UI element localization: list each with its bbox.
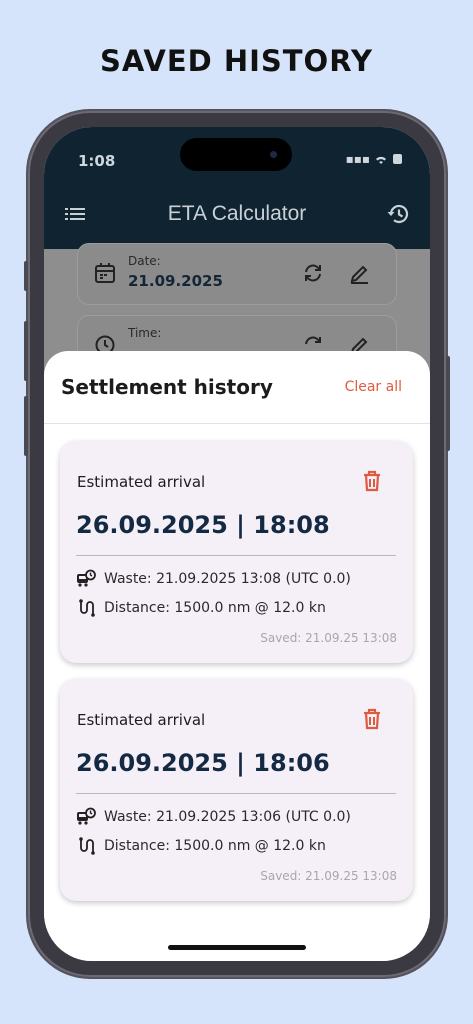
status-icons: ▪▪▪ bbox=[346, 152, 404, 166]
history-entry: Estimated arrival 26.09.2025 | 18:06 Was… bbox=[60, 679, 413, 901]
phone-mute-switch bbox=[24, 261, 28, 291]
route-icon bbox=[79, 599, 95, 617]
phone-frame: 1:08 ▪▪▪ ETA Calculator Date: 21.09.2025… bbox=[24, 111, 450, 977]
entry-waste-row: Waste: 21.09.2025 13:08 (UTC 0.0) bbox=[76, 569, 351, 589]
entry-distance-text: Distance: 1500.0 nm @ 12.0 kn bbox=[104, 838, 326, 854]
entry-waste-text: Waste: 21.09.2025 13:08 (UTC 0.0) bbox=[104, 571, 351, 587]
app-title: ETA Calculator bbox=[167, 202, 307, 225]
date-field-value: 21.09.2025 bbox=[128, 272, 223, 290]
refresh-icon[interactable] bbox=[302, 262, 324, 284]
clear-all-button[interactable]: Clear all bbox=[345, 379, 402, 395]
phone-power-button bbox=[446, 356, 450, 451]
date-field-label: Date: bbox=[128, 254, 161, 268]
time-field-label: Time: bbox=[128, 326, 162, 340]
dynamic-island bbox=[180, 138, 292, 171]
sheet-title: Settlement history bbox=[61, 375, 273, 399]
history-bottom-sheet: Settlement history Clear all Estimated a… bbox=[44, 351, 430, 961]
entry-eta: 26.09.2025 | 18:08 bbox=[76, 511, 330, 539]
app-bar: ETA Calculator bbox=[44, 179, 430, 249]
entry-label: Estimated arrival bbox=[77, 473, 206, 491]
signal-icon: ▪▪▪ bbox=[345, 152, 370, 166]
date-field[interactable]: Date: 21.09.2025 bbox=[77, 243, 397, 305]
entry-distance-row: Distance: 1500.0 nm @ 12.0 kn bbox=[76, 836, 326, 856]
history-icon[interactable] bbox=[386, 201, 412, 227]
delete-icon[interactable] bbox=[361, 469, 383, 493]
battery-icon bbox=[393, 154, 402, 164]
edit-icon[interactable] bbox=[348, 262, 370, 284]
entry-saved-timestamp: Saved: 21.09.25 13:08 bbox=[260, 631, 397, 645]
calendar-icon bbox=[95, 263, 115, 283]
delete-icon[interactable] bbox=[361, 707, 383, 731]
home-indicator[interactable] bbox=[168, 945, 306, 950]
phone-volume-down bbox=[24, 396, 28, 456]
entry-distance-row: Distance: 1500.0 nm @ 12.0 kn bbox=[76, 598, 326, 618]
entry-saved-timestamp: Saved: 21.09.25 13:08 bbox=[260, 869, 397, 883]
phone-volume-up bbox=[24, 321, 28, 381]
wifi-icon bbox=[376, 156, 386, 164]
entry-eta: 26.09.2025 | 18:06 bbox=[76, 749, 330, 777]
status-time: 1:08 bbox=[78, 152, 116, 170]
departure-time-icon bbox=[77, 807, 96, 825]
entry-waste-row: Waste: 21.09.2025 13:06 (UTC 0.0) bbox=[76, 807, 351, 827]
phone-screen: 1:08 ▪▪▪ ETA Calculator Date: 21.09.2025… bbox=[44, 127, 430, 961]
entry-waste-text: Waste: 21.09.2025 13:06 (UTC 0.0) bbox=[104, 809, 351, 825]
entry-divider bbox=[76, 555, 396, 556]
sheet-divider bbox=[44, 423, 430, 424]
entry-divider bbox=[76, 793, 396, 794]
history-entry: Estimated arrival 26.09.2025 | 18:08 Was… bbox=[60, 441, 413, 663]
entry-distance-text: Distance: 1500.0 nm @ 12.0 kn bbox=[104, 600, 326, 616]
departure-time-icon bbox=[77, 569, 96, 587]
page-headline: SAVED HISTORY bbox=[100, 44, 373, 78]
entry-label: Estimated arrival bbox=[77, 711, 206, 729]
route-icon bbox=[79, 837, 95, 855]
menu-icon[interactable] bbox=[64, 203, 86, 225]
camera-dot bbox=[270, 151, 277, 158]
